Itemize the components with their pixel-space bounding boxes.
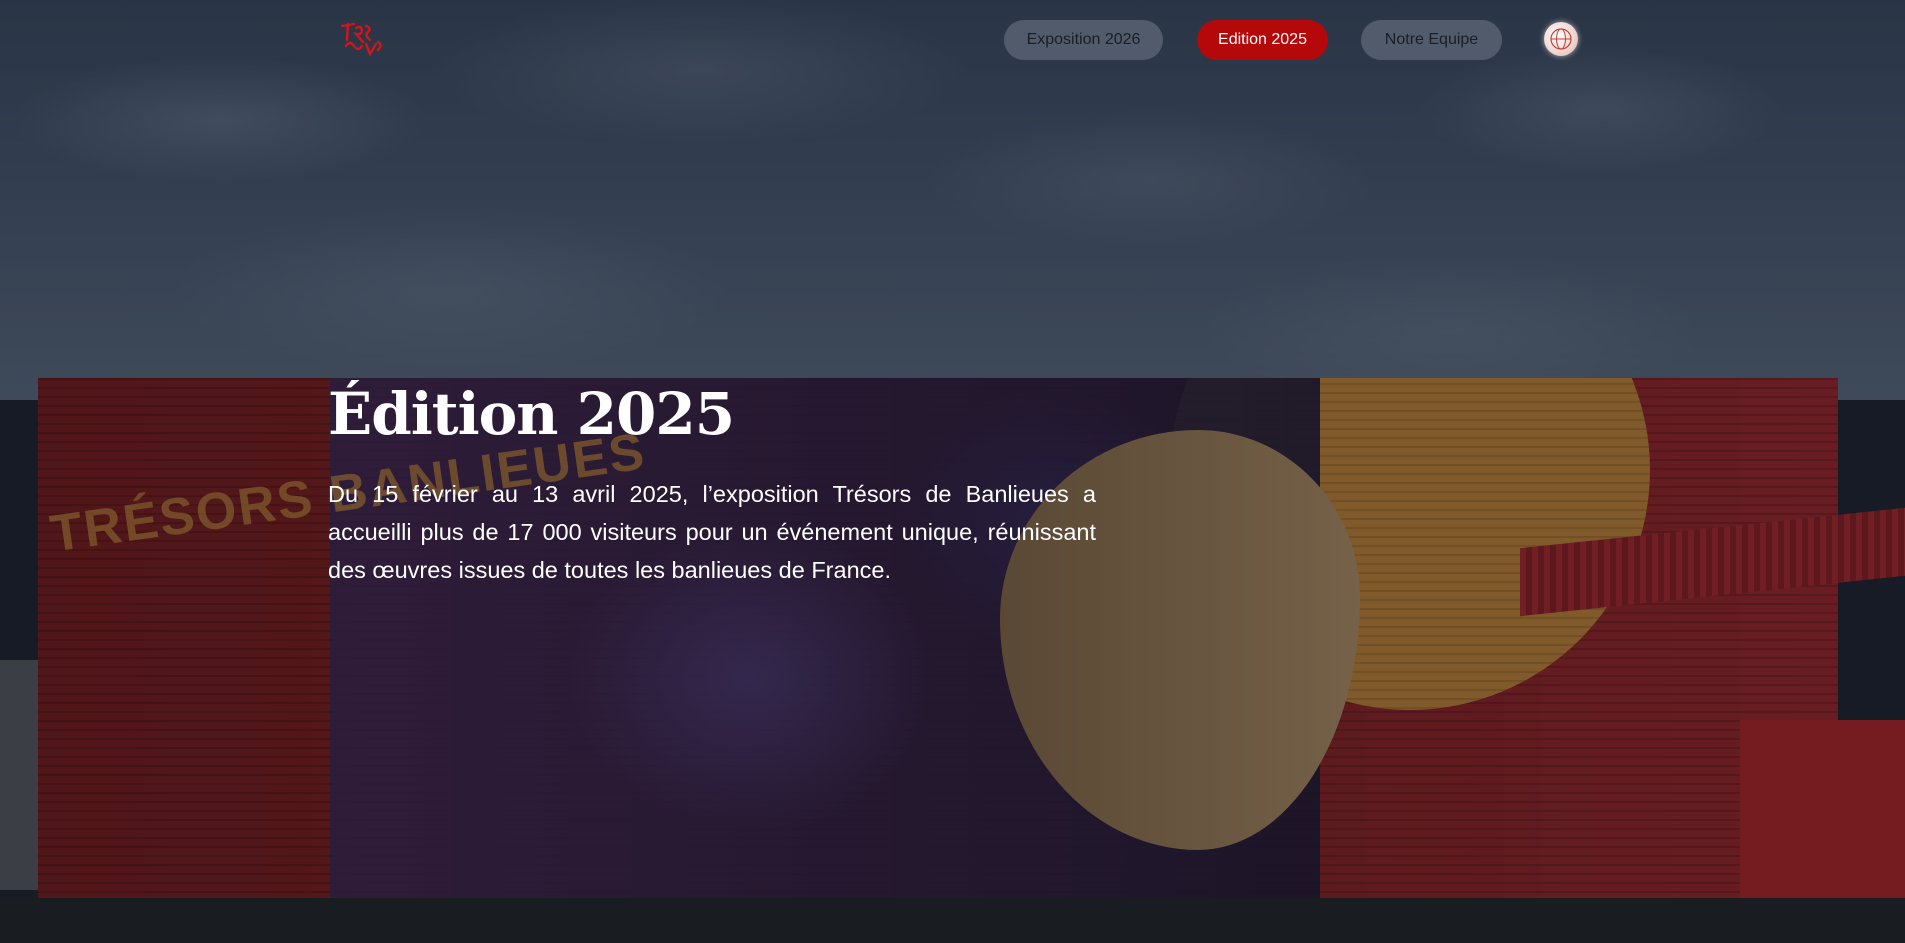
globe-icon	[1550, 28, 1572, 50]
nav-exposition-2026[interactable]: Exposition 2026	[1004, 20, 1163, 60]
site-logo[interactable]	[338, 18, 392, 58]
hero-description: Du 15 février au 13 avril 2025, l’exposi…	[328, 481, 1096, 583]
nav-notre-equipe[interactable]: Notre Equipe	[1361, 20, 1502, 60]
nav-edition-2025[interactable]: Edition 2025	[1197, 20, 1328, 60]
language-button[interactable]	[1544, 22, 1578, 56]
hero-background: TRÉSORS BANLIEUES	[0, 0, 1905, 943]
dark-overlay	[0, 0, 1905, 943]
page-title: Édition 2025	[328, 380, 735, 448]
